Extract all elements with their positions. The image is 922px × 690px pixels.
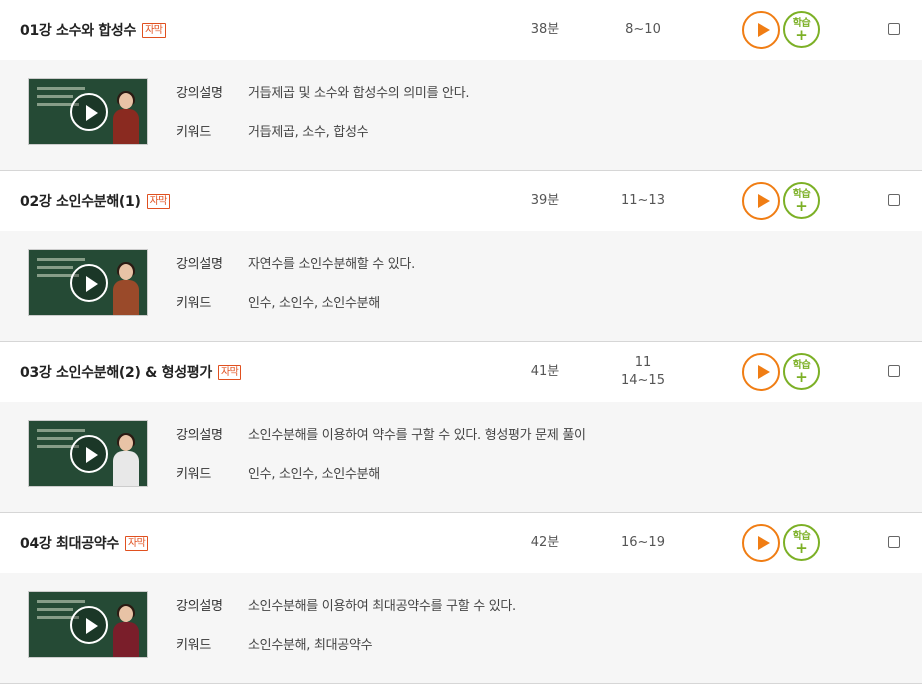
lecture-duration: 38분 xyxy=(530,22,560,37)
add-study-button[interactable]: 학습 + xyxy=(783,524,820,561)
caption-badge: 자막 xyxy=(217,364,242,380)
description-label: 강의설명 xyxy=(176,257,223,272)
plus-icon: + xyxy=(795,196,808,215)
caption-badge: 자막 xyxy=(142,22,166,38)
lecture-header: 01강 소수와 합성수 자막 38분 8~10 학습 + xyxy=(0,0,922,60)
lecture-item: 03강 소인수분해(2) & 형성평가 자막 41분 11 14~15 학습 + xyxy=(0,342,922,513)
play-button[interactable] xyxy=(742,524,780,562)
lecture-pages: 8~10 xyxy=(608,0,678,60)
lecture-thumbnail[interactable] xyxy=(28,420,148,487)
keyword-text: 인수, 소인수, 소인수분해 xyxy=(248,296,380,311)
lecture-duration: 39분 xyxy=(530,193,560,208)
page-range: 14~15 xyxy=(621,373,665,388)
keyword-text: 인수, 소인수, 소인수분해 xyxy=(248,467,380,482)
lecture-pages: 11 14~15 xyxy=(608,342,678,402)
keyword-label: 키워드 xyxy=(176,296,211,311)
lecture-pages: 11~13 xyxy=(608,171,678,231)
play-icon xyxy=(758,194,770,208)
page-range: 16~19 xyxy=(621,535,665,550)
play-icon xyxy=(758,536,770,550)
teacher-image xyxy=(113,604,139,657)
teacher-image xyxy=(113,91,139,144)
lecture-title[interactable]: 02강 소인수분해(1) xyxy=(20,191,141,211)
lecture-checkbox[interactable] xyxy=(888,23,900,35)
play-icon xyxy=(758,23,770,37)
lecture-detail: 강의설명 자연수를 소인수분해할 수 있다. 키워드 인수, 소인수, 소인수분… xyxy=(0,231,922,341)
thumbnail-play-icon[interactable] xyxy=(70,435,108,473)
lecture-item: 02강 소인수분해(1) 자막 39분 11~13 학습 + 강의설명 자연수를… xyxy=(0,171,922,342)
description-text: 소인수분해를 이용하여 약수를 구할 수 있다. 형성평가 문제 풀이 xyxy=(248,428,586,443)
play-button[interactable] xyxy=(742,11,780,49)
lecture-checkbox[interactable] xyxy=(888,536,900,548)
keyword-text: 소인수분해, 최대공약수 xyxy=(248,638,373,653)
teacher-image xyxy=(113,433,139,486)
keyword-text: 거듭제곱, 소수, 합성수 xyxy=(248,125,369,140)
description-label: 강의설명 xyxy=(176,86,223,101)
caption-badge: 자막 xyxy=(146,193,170,209)
play-icon xyxy=(758,365,770,379)
page-range: 11 xyxy=(634,355,652,370)
description-text: 자연수를 소인수분해할 수 있다. xyxy=(248,257,415,272)
thumbnail-play-icon[interactable] xyxy=(70,606,108,644)
description-text: 거듭제곱 및 소수와 합성수의 의미를 안다. xyxy=(248,86,470,101)
lecture-title[interactable]: 03강 소인수분해(2) & 형성평가 xyxy=(20,362,212,382)
caption-badge: 자막 xyxy=(124,535,149,551)
play-button[interactable] xyxy=(742,353,780,391)
lecture-duration: 41분 xyxy=(530,364,560,379)
plus-icon: + xyxy=(795,538,808,557)
lecture-title[interactable]: 04강 최대공약수 xyxy=(20,533,119,553)
description-label: 강의설명 xyxy=(176,599,223,614)
thumbnail-play-icon[interactable] xyxy=(70,93,108,131)
page-range: 11~13 xyxy=(621,193,665,208)
play-button[interactable] xyxy=(742,182,780,220)
description-text: 소인수분해를 이용하여 최대공약수를 구할 수 있다. xyxy=(248,599,516,614)
page-range: 8~10 xyxy=(625,22,661,37)
lecture-detail: 강의설명 소인수분해를 이용하여 최대공약수를 구할 수 있다. 키워드 소인수… xyxy=(0,573,922,683)
divider xyxy=(0,683,922,684)
lecture-thumbnail[interactable] xyxy=(28,78,148,145)
lecture-detail: 강의설명 소인수분해를 이용하여 약수를 구할 수 있다. 형성평가 문제 풀이… xyxy=(0,402,922,512)
lecture-duration: 42분 xyxy=(530,535,560,550)
plus-icon: + xyxy=(795,367,808,386)
lecture-thumbnail[interactable] xyxy=(28,249,148,316)
teacher-image xyxy=(113,262,139,315)
description-label: 강의설명 xyxy=(176,428,223,443)
keyword-label: 키워드 xyxy=(176,467,211,482)
add-study-button[interactable]: 학습 + xyxy=(783,353,820,390)
lecture-title[interactable]: 01강 소수와 합성수 xyxy=(20,20,136,40)
keyword-label: 키워드 xyxy=(176,638,211,653)
lecture-detail: 강의설명 거듭제곱 및 소수와 합성수의 의미를 안다. 키워드 거듭제곱, 소… xyxy=(0,60,922,170)
lecture-header: 03강 소인수분해(2) & 형성평가 자막 41분 11 14~15 학습 + xyxy=(0,342,922,402)
keyword-label: 키워드 xyxy=(176,125,211,140)
lecture-item: 01강 소수와 합성수 자막 38분 8~10 학습 + 강의설명 거듭제곱 및… xyxy=(0,0,922,171)
lecture-header: 04강 최대공약수 자막 42분 16~19 학습 + xyxy=(0,513,922,573)
plus-icon: + xyxy=(795,25,808,44)
lecture-checkbox[interactable] xyxy=(888,194,900,206)
lecture-item: 04강 최대공약수 자막 42분 16~19 학습 + 강의설명 소인수분해를 … xyxy=(0,513,922,684)
lecture-header: 02강 소인수분해(1) 자막 39분 11~13 학습 + xyxy=(0,171,922,231)
lecture-thumbnail[interactable] xyxy=(28,591,148,658)
lecture-pages: 16~19 xyxy=(608,513,678,573)
add-study-button[interactable]: 학습 + xyxy=(783,182,820,219)
add-study-button[interactable]: 학습 + xyxy=(783,11,820,48)
lecture-checkbox[interactable] xyxy=(888,365,900,377)
thumbnail-play-icon[interactable] xyxy=(70,264,108,302)
